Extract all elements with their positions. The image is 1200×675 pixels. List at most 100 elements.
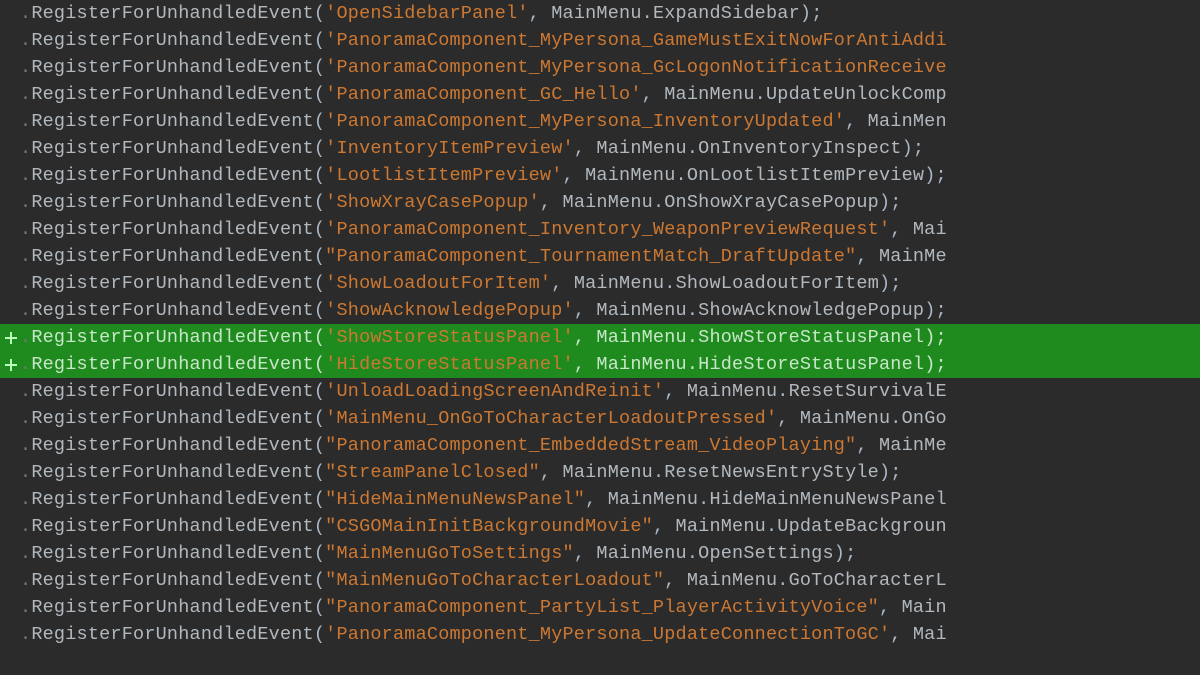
- function-name: RegisterForUnhandledEvent: [31, 3, 314, 24]
- code-text: .RegisterForUnhandledEvent('HideStoreSta…: [20, 351, 947, 378]
- handler-method: ShowLoadoutForItem: [676, 273, 879, 294]
- function-name: RegisterForUnhandledEvent: [31, 462, 314, 483]
- code-line[interactable]: .RegisterForUnhandledEvent("MainMenuGoTo…: [0, 567, 1200, 594]
- function-name: RegisterForUnhandledEvent: [31, 111, 314, 132]
- code-text: .RegisterForUnhandledEvent("MainMenuGoTo…: [20, 567, 947, 594]
- handler-object: MainMenu: [596, 327, 686, 348]
- handler-object: MainMenu: [563, 462, 653, 483]
- code-line[interactable]: .RegisterForUnhandledEvent('PanoramaComp…: [0, 216, 1200, 243]
- code-line[interactable]: .RegisterForUnhandledEvent("StreamPanelC…: [0, 459, 1200, 486]
- function-name: RegisterForUnhandledEvent: [31, 543, 314, 564]
- code-line[interactable]: .RegisterForUnhandledEvent("HideMainMenu…: [0, 486, 1200, 513]
- leading-dot: .: [20, 408, 31, 429]
- function-name: RegisterForUnhandledEvent: [31, 138, 314, 159]
- diff-line-added[interactable]: .RegisterForUnhandledEvent('ShowStoreSta…: [0, 324, 1200, 351]
- handler-method: ResetNewsEntryStyle: [664, 462, 879, 483]
- handler-method: OnLootlistItemPreview: [687, 165, 924, 186]
- code-line[interactable]: .RegisterForUnhandledEvent("PanoramaComp…: [0, 594, 1200, 621]
- handler-object: Mai: [913, 624, 947, 645]
- function-name: RegisterForUnhandledEvent: [31, 597, 314, 618]
- event-name: "PanoramaComponent_PartyList_PlayerActiv…: [325, 597, 879, 618]
- code-line[interactable]: .RegisterForUnhandledEvent('LootlistItem…: [0, 162, 1200, 189]
- leading-dot: .: [20, 192, 31, 213]
- function-name: RegisterForUnhandledEvent: [31, 300, 314, 321]
- code-text: .RegisterForUnhandledEvent("PanoramaComp…: [20, 432, 947, 459]
- handler-method: HideMainMenuNewsPanel: [709, 489, 946, 510]
- event-name: 'PanoramaComponent_GC_Hello': [325, 84, 641, 105]
- event-name: "MainMenuGoToCharacterLoadout": [325, 570, 664, 591]
- code-line[interactable]: .RegisterForUnhandledEvent('PanoramaComp…: [0, 621, 1200, 648]
- code-editor[interactable]: .RegisterForUnhandledEvent('OpenSidebarP…: [0, 0, 1200, 675]
- function-name: RegisterForUnhandledEvent: [31, 327, 314, 348]
- leading-dot: .: [20, 327, 31, 348]
- code-line[interactable]: .RegisterForUnhandledEvent("PanoramaComp…: [0, 243, 1200, 270]
- event-name: 'PanoramaComponent_MyPersona_GameMustExi…: [325, 30, 947, 51]
- handler-object: MainMenu: [596, 138, 686, 159]
- handler-method: UpdateUnlockComp: [766, 84, 947, 105]
- code-line[interactable]: .RegisterForUnhandledEvent('UnloadLoadin…: [0, 378, 1200, 405]
- function-name: RegisterForUnhandledEvent: [31, 570, 314, 591]
- event-name: "MainMenuGoToSettings": [325, 543, 574, 564]
- leading-dot: .: [20, 570, 31, 591]
- event-name: 'ShowLoadoutForItem': [325, 273, 551, 294]
- function-name: RegisterForUnhandledEvent: [31, 84, 314, 105]
- function-name: RegisterForUnhandledEvent: [31, 354, 314, 375]
- code-text: .RegisterForUnhandledEvent('ShowXrayCase…: [20, 189, 902, 216]
- code-line[interactable]: .RegisterForUnhandledEvent("CSGOMainInit…: [0, 513, 1200, 540]
- leading-dot: .: [20, 111, 31, 132]
- code-text: .RegisterForUnhandledEvent('ShowLoadoutF…: [20, 270, 902, 297]
- event-name: 'MainMenu_OnGoToCharacterLoadoutPressed': [325, 408, 777, 429]
- handler-method: ExpandSidebar: [653, 3, 800, 24]
- handler-method: OnGo: [902, 408, 947, 429]
- function-name: RegisterForUnhandledEvent: [31, 192, 314, 213]
- code-text: .RegisterForUnhandledEvent('InventoryIte…: [20, 135, 924, 162]
- handler-object: MainMenu: [687, 381, 777, 402]
- code-line[interactable]: .RegisterForUnhandledEvent('ShowAcknowle…: [0, 297, 1200, 324]
- event-name: 'ShowAcknowledgePopup': [325, 300, 574, 321]
- function-name: RegisterForUnhandledEvent: [31, 273, 314, 294]
- function-name: RegisterForUnhandledEvent: [31, 165, 314, 186]
- code-text: .RegisterForUnhandledEvent('PanoramaComp…: [20, 27, 947, 54]
- code-text: .RegisterForUnhandledEvent("HideMainMenu…: [20, 486, 947, 513]
- event-name: 'PanoramaComponent_MyPersona_UpdateConne…: [325, 624, 890, 645]
- code-line[interactable]: .RegisterForUnhandledEvent('MainMenu_OnG…: [0, 405, 1200, 432]
- code-text: .RegisterForUnhandledEvent("StreamPanelC…: [20, 459, 902, 486]
- leading-dot: .: [20, 30, 31, 51]
- code-line[interactable]: .RegisterForUnhandledEvent('OpenSidebarP…: [0, 0, 1200, 27]
- handler-method: UpdateBackgroun: [777, 516, 947, 537]
- handler-method: ShowAcknowledgePopup: [698, 300, 924, 321]
- event-name: 'InventoryItemPreview': [325, 138, 574, 159]
- leading-dot: .: [20, 165, 31, 186]
- function-name: RegisterForUnhandledEvent: [31, 489, 314, 510]
- event-name: 'LootlistItemPreview': [325, 165, 562, 186]
- handler-object: MainMenu: [551, 3, 641, 24]
- handler-object: MainMen: [868, 111, 947, 132]
- leading-dot: .: [20, 516, 31, 537]
- leading-dot: .: [20, 489, 31, 510]
- leading-dot: .: [20, 597, 31, 618]
- handler-object: MainMenu: [596, 354, 686, 375]
- handler-object: MainMenu: [574, 273, 664, 294]
- code-line[interactable]: .RegisterForUnhandledEvent('PanoramaComp…: [0, 27, 1200, 54]
- handler-object: MainMe: [879, 246, 947, 267]
- leading-dot: .: [20, 138, 31, 159]
- code-line[interactable]: .RegisterForUnhandledEvent("MainMenuGoTo…: [0, 540, 1200, 567]
- code-text: .RegisterForUnhandledEvent('PanoramaComp…: [20, 108, 947, 135]
- code-line[interactable]: .RegisterForUnhandledEvent('PanoramaComp…: [0, 54, 1200, 81]
- diff-line-added[interactable]: .RegisterForUnhandledEvent('HideStoreSta…: [0, 351, 1200, 378]
- code-line[interactable]: .RegisterForUnhandledEvent('ShowLoadoutF…: [0, 270, 1200, 297]
- leading-dot: .: [20, 354, 31, 375]
- code-text: .RegisterForUnhandledEvent('PanoramaComp…: [20, 54, 947, 81]
- code-line[interactable]: .RegisterForUnhandledEvent('PanoramaComp…: [0, 81, 1200, 108]
- code-line[interactable]: .RegisterForUnhandledEvent('PanoramaComp…: [0, 108, 1200, 135]
- code-line[interactable]: .RegisterForUnhandledEvent('InventoryIte…: [0, 135, 1200, 162]
- handler-object: Mai: [913, 219, 947, 240]
- code-line[interactable]: .RegisterForUnhandledEvent("PanoramaComp…: [0, 432, 1200, 459]
- handler-object: Main: [902, 597, 947, 618]
- event-name: "PanoramaComponent_EmbeddedStream_VideoP…: [325, 435, 856, 456]
- code-line[interactable]: .RegisterForUnhandledEvent('ShowXrayCase…: [0, 189, 1200, 216]
- event-name: 'ShowXrayCasePopup': [325, 192, 540, 213]
- leading-dot: .: [20, 3, 31, 24]
- function-name: RegisterForUnhandledEvent: [31, 381, 314, 402]
- code-text: .RegisterForUnhandledEvent("PanoramaComp…: [20, 594, 947, 621]
